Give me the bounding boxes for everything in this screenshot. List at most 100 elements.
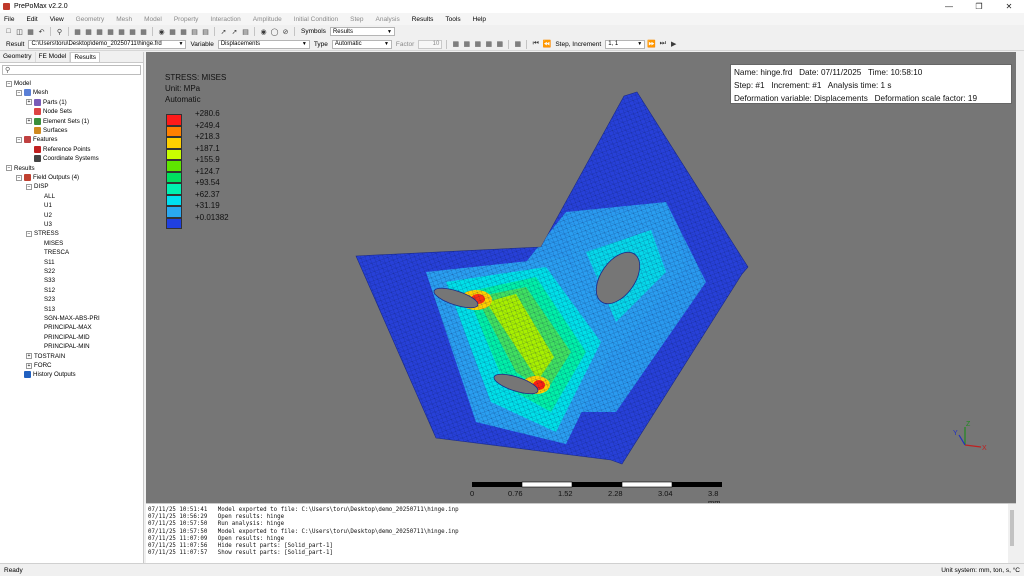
collapse-icon[interactable]: − — [16, 136, 22, 143]
view-top-icon[interactable]: ▦ — [95, 27, 104, 36]
menu-results[interactable]: Results — [412, 16, 434, 23]
tree-item[interactable]: − Model — [6, 79, 31, 88]
undeformed-icon[interactable]: ▦ — [451, 40, 460, 49]
tab-results[interactable]: Results — [70, 52, 101, 62]
tree-item[interactable]: History Outputs — [16, 370, 76, 379]
show-only-icon[interactable]: ⊘ — [281, 27, 290, 36]
factor-input[interactable]: 10 — [418, 39, 443, 49]
menu-initial-condition[interactable]: Initial Condition — [294, 16, 338, 23]
save-icon[interactable]: ▦ — [26, 27, 35, 36]
menu-interaction[interactable]: Interaction — [210, 16, 240, 23]
menu-tools[interactable]: Tools — [445, 16, 460, 23]
hide-icon[interactable]: ◯ — [270, 27, 279, 36]
expand-icon[interactable]: + — [26, 362, 32, 369]
tree-item[interactable]: + Element Sets (1) — [26, 117, 89, 126]
menu-geometry[interactable]: Geometry — [76, 16, 105, 23]
collapse-icon[interactable]: − — [16, 89, 22, 96]
collapse-icon[interactable]: − — [16, 174, 22, 181]
tree-item[interactable]: SGN-MAX-ABS-PRI — [36, 314, 100, 323]
tree-search-input[interactable]: ⚲ — [2, 65, 141, 75]
tree-item[interactable]: Surfaces — [26, 126, 67, 135]
tree-item[interactable]: − STRESS — [26, 229, 59, 238]
pin-icon[interactable]: ➚ — [219, 27, 228, 36]
expand-icon[interactable]: + — [26, 353, 32, 360]
view-left-icon[interactable]: ▦ — [117, 27, 126, 36]
open-folder-icon[interactable]: ◫ — [15, 27, 24, 36]
new-file-icon[interactable]: □ — [4, 27, 13, 36]
undeformed-solid-icon[interactable]: ▦ — [484, 40, 493, 49]
menu-model[interactable]: Model — [144, 16, 162, 23]
tree-item[interactable]: − Mesh — [16, 88, 48, 97]
first-increment-icon[interactable]: ⏮ — [531, 40, 540, 49]
tree-item[interactable]: MISES — [36, 239, 63, 248]
menu-mesh[interactable]: Mesh — [116, 16, 132, 23]
tree-item[interactable]: S22 — [36, 267, 55, 276]
result-file-dropdown[interactable]: C:\Users\toru\Desktop\demo_20250711\hing… — [28, 39, 187, 49]
collapse-icon[interactable]: − — [26, 183, 32, 190]
collapse-icon[interactable]: − — [6, 80, 12, 87]
tree-item[interactable]: S13 — [36, 305, 55, 314]
tree-item[interactable]: + Parts (1) — [26, 98, 67, 107]
menu-amplitude[interactable]: Amplitude — [253, 16, 282, 23]
tree-item[interactable]: − Field Outputs (4) — [16, 173, 79, 182]
animate-icon[interactable]: ▦ — [513, 40, 522, 49]
query-icon[interactable]: ▤ — [241, 27, 250, 36]
tree-item[interactable]: PRINCIPAL-MID — [36, 333, 90, 342]
minimize-icon[interactable]: — — [934, 0, 964, 13]
color-contours-icon[interactable]: ▦ — [495, 40, 504, 49]
mesh-view-icon[interactable]: ▦ — [179, 27, 188, 36]
tree-item[interactable]: S23 — [36, 295, 55, 304]
expand-icon[interactable]: + — [26, 99, 32, 106]
deformed-icon[interactable]: ▦ — [462, 40, 471, 49]
restore-icon[interactable]: ❐ — [964, 0, 994, 13]
3d-viewport[interactable]: STRESS: MISES Unit: MPa Automatic +280.6… — [146, 52, 1016, 503]
next-increment-icon[interactable]: ⏩ — [647, 40, 656, 49]
type-dropdown[interactable]: Automatic ▼ — [331, 39, 392, 49]
section-view-icon[interactable]: ▤ — [190, 27, 199, 36]
variable-dropdown[interactable]: Displacements ▼ — [217, 39, 310, 49]
tree-item[interactable]: + TOSTRAIN — [26, 352, 65, 361]
tree-item[interactable]: S11 — [36, 258, 55, 267]
tree-item[interactable]: S33 — [36, 276, 55, 285]
expand-icon[interactable]: + — [26, 118, 32, 125]
scrollbar-thumb[interactable] — [1010, 510, 1014, 546]
view-front-icon[interactable]: ▦ — [73, 27, 82, 36]
tree-item[interactable]: U3 — [36, 220, 52, 229]
output-console[interactable]: 07/11/25 10:51:41 Model exported to file… — [146, 503, 1016, 564]
console-scrollbar[interactable] — [1008, 504, 1016, 564]
transform-icon[interactable]: ➚ — [230, 27, 239, 36]
menu-step[interactable]: Step — [350, 16, 363, 23]
fe-model-render[interactable] — [146, 52, 1016, 503]
tree-item[interactable]: U2 — [36, 211, 52, 220]
shaded-view-icon[interactable]: ◉ — [157, 27, 166, 36]
undeformed-wire-icon[interactable]: ▦ — [473, 40, 482, 49]
show-icon[interactable]: ◉ — [259, 27, 268, 36]
tree-item[interactable]: TRESCA — [36, 248, 69, 257]
undo-icon[interactable]: ↶ — [37, 27, 46, 36]
collapse-icon[interactable]: − — [26, 230, 32, 237]
tree-item[interactable]: PRINCIPAL-MAX — [36, 323, 92, 332]
menu-file[interactable]: File — [4, 16, 14, 23]
last-increment-icon[interactable]: ⏭ — [658, 40, 667, 49]
close-icon[interactable]: ✕ — [994, 0, 1024, 13]
tree-item[interactable]: Node Sets — [26, 107, 72, 116]
view-right-icon[interactable]: ▦ — [128, 27, 137, 36]
zoom-icon[interactable]: ⚲ — [55, 27, 64, 36]
symbols-dropdown[interactable]: Results ▼ — [329, 27, 395, 36]
step-increment-dropdown[interactable]: 1, 1 ▼ — [605, 39, 646, 49]
previous-increment-icon[interactable]: ⏪ — [542, 40, 551, 49]
tree-item[interactable]: ALL — [36, 192, 55, 201]
tree-item[interactable]: PRINCIPAL-MIN — [36, 342, 90, 351]
tab-geometry[interactable]: Geometry — [0, 52, 36, 62]
view-iso-icon[interactable]: ▦ — [139, 27, 148, 36]
view-bottom-icon[interactable]: ▦ — [106, 27, 115, 36]
tree-item[interactable]: S12 — [36, 286, 55, 295]
play-icon[interactable]: ▶ — [669, 40, 678, 49]
menu-property[interactable]: Property — [174, 16, 199, 23]
menu-view[interactable]: View — [50, 16, 64, 23]
tree-item[interactable]: + FORC — [26, 361, 52, 370]
tree-item[interactable]: Coordinate Systems — [26, 154, 99, 163]
wireframe-view-icon[interactable]: ▦ — [168, 27, 177, 36]
tree-item[interactable]: Reference Points — [26, 145, 90, 154]
tree-item[interactable]: U1 — [36, 201, 52, 210]
